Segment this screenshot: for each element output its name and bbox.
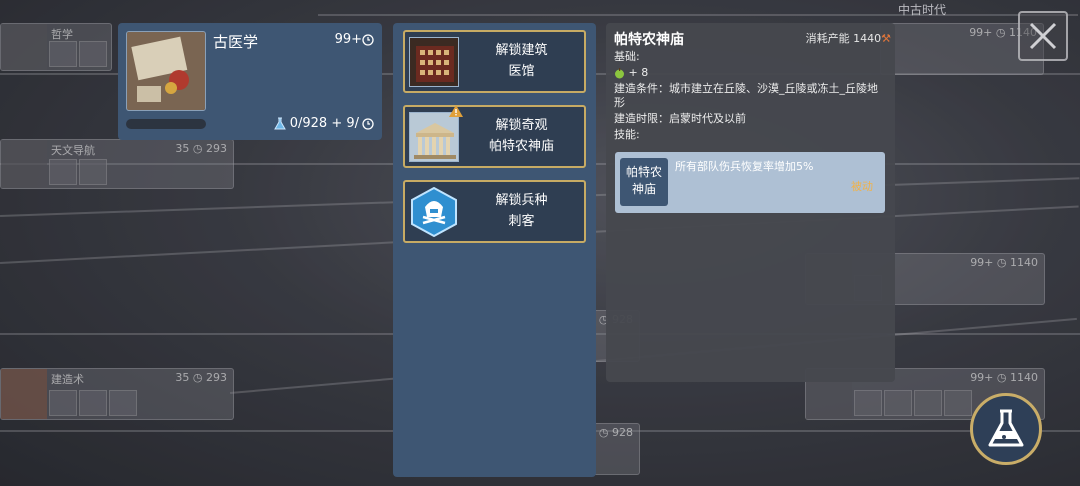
detail-title: 帕特农神庙: [614, 32, 684, 48]
tech-turns: 99+: [335, 32, 374, 47]
parthenon-icon: [409, 112, 459, 162]
research-button[interactable]: [970, 393, 1042, 465]
food-bonus: + 8: [614, 66, 887, 80]
tech-card[interactable]: 古医学 99+ 0/928 + 9/: [118, 23, 382, 140]
unlock-type-label: 解锁建筑: [495, 43, 548, 58]
build-condition: 建造条件：城市建立在丘陵、沙漠_丘陵或冻土_丘陵地形: [614, 82, 878, 109]
detail-panel: 帕特农神庙 消耗产能 1440⚒ 基础: + 8 建造条件：城市建立在丘陵、沙漠…: [606, 23, 895, 382]
ability-card[interactable]: 帕特农 神庙 所有部队伤兵恢复率增加5% 被动: [615, 152, 885, 213]
era-label: 中古时代: [898, 3, 947, 17]
production-cost: 消耗产能 1440⚒: [805, 32, 891, 45]
hammer-icon: ⚒: [881, 32, 891, 45]
apple-icon: [615, 67, 624, 78]
building-icon: [409, 37, 459, 87]
clock-icon: [362, 117, 374, 130]
tech-progress-bar: [126, 119, 206, 129]
ability-type: 被动: [851, 180, 873, 193]
base-label: 基础:: [614, 50, 640, 63]
unlock-name: 医馆: [508, 64, 535, 79]
unlock-name: 帕特农神庙: [488, 139, 554, 154]
unlock-item-unit[interactable]: 解锁兵种 刺客: [403, 180, 586, 243]
unlock-name: 刺客: [508, 214, 535, 229]
unlock-type-label: 解锁奇观: [495, 118, 548, 133]
flask-icon: [273, 117, 286, 129]
assassin-unit-icon: [409, 187, 459, 237]
unlock-list[interactable]: 解锁建筑 医馆 解锁奇观 帕特农神庙 解锁兵种 刺客: [393, 23, 596, 477]
tech-image: [126, 31, 206, 111]
build-time: 建造时限：启蒙时代及以前: [614, 112, 746, 125]
unlock-item-wonder[interactable]: 解锁奇观 帕特农神庙: [403, 105, 586, 168]
tech-title: 古医学: [213, 33, 259, 51]
clock-icon: [362, 33, 374, 46]
flask-icon: [988, 409, 1024, 447]
ability-name: 帕特农 神庙: [620, 158, 668, 206]
unlock-type-label: 解锁兵种: [495, 193, 548, 208]
ability-description: 所有部队伤兵恢复率增加5%: [675, 160, 814, 173]
warning-icon: [449, 105, 463, 117]
close-button[interactable]: [1018, 11, 1068, 61]
tech-science: 0/928 + 9/: [273, 116, 374, 131]
close-icon: [1029, 22, 1057, 50]
skills-label: 技能:: [614, 128, 640, 141]
unlock-item-building[interactable]: 解锁建筑 医馆: [403, 30, 586, 93]
